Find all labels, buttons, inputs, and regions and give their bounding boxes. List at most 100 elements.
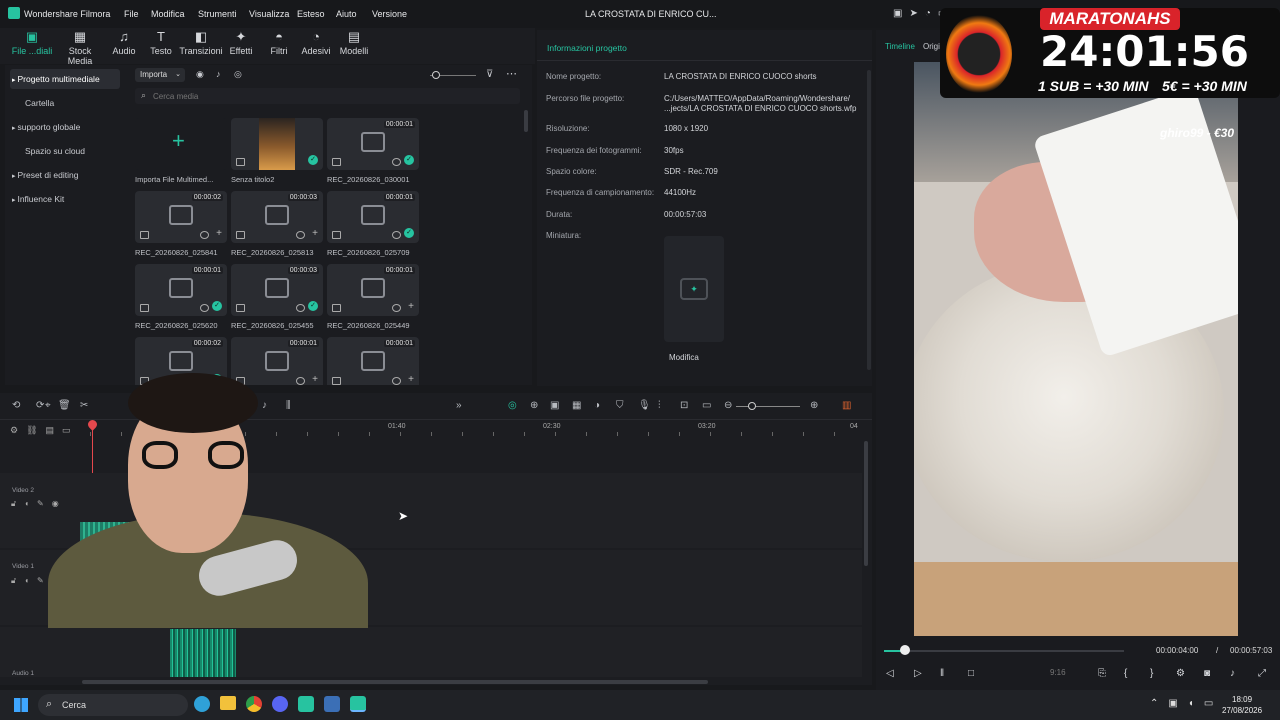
snapshot-icon[interactable]: ◙ — [1204, 668, 1210, 679]
media-item[interactable]: 00:00:02 + — [135, 191, 227, 243]
thumbnail-preview[interactable]: ✦ — [664, 236, 724, 342]
duration-badge: 00:00:01 — [383, 267, 415, 274]
bell-icon[interactable]: ◔ — [925, 8, 931, 19]
edge-icon[interactable] — [194, 696, 210, 712]
play-icon[interactable]: ▷ — [914, 668, 922, 679]
info-scrollbar[interactable] — [867, 70, 871, 370]
add-to-timeline-icon[interactable]: + — [408, 301, 414, 312]
media-scrollbar[interactable] — [524, 110, 528, 132]
info-label: Frequenza di campionamento: — [546, 188, 655, 197]
toolbar-modelli[interactable]: ▤ Modelli — [331, 30, 377, 57]
media-item[interactable]: ✓ — [231, 118, 323, 170]
sidebar-item-preset-di-editing[interactable]: ▸ Preset di editing — [10, 165, 120, 185]
sidebar-item-cartella[interactable]: Cartella — [10, 93, 120, 113]
mixer-icon[interactable]: ⫶ — [658, 400, 661, 411]
sidebar-item-influence-kit[interactable]: ▸ Influence Kit — [10, 189, 120, 209]
sidebar-item-spazio-su-cloud[interactable]: Spazio su cloud — [10, 141, 120, 161]
marker-icon[interactable]: ⊕ — [530, 400, 538, 411]
zoom-in-icon[interactable]: ⊕ — [810, 400, 818, 411]
previous-frame-icon[interactable]: ◁ — [886, 668, 894, 679]
lock-icon[interactable]: 🔓︎ — [11, 499, 16, 509]
speaker-icon[interactable]: ◖ — [24, 576, 29, 586]
video-type-icon — [332, 304, 341, 312]
media-item[interactable]: 00:00:01 ✓ — [327, 191, 419, 243]
timeline-hscrollbar[interactable] — [82, 680, 708, 684]
more-icon[interactable]: » — [456, 400, 462, 411]
menu-visualizza[interactable]: Visualizza — [249, 9, 289, 19]
mark-in-icon[interactable]: { — [1124, 668, 1127, 679]
undo-icon[interactable]: ⟲ — [12, 400, 20, 411]
filmora-active-taskbar-icon[interactable] — [350, 696, 366, 712]
fullscreen-icon[interactable]: ⤢ — [1258, 668, 1266, 679]
gift-icon[interactable]: ▣ — [893, 8, 902, 19]
media-item[interactable]: 00:00:03 + — [231, 191, 323, 243]
toolbar-file-diali[interactable]: ▣ File ...diali — [9, 30, 55, 57]
seek-bar[interactable] — [884, 650, 1124, 652]
media-item[interactable]: 00:00:03 ✓ — [231, 264, 323, 316]
media-item[interactable]: 00:00:01 + — [327, 264, 419, 316]
shield-icon[interactable]: ⛉ — [616, 400, 624, 411]
media-item[interactable]: 00:00:01 ✓ — [135, 264, 227, 316]
stop-icon[interactable]: □ — [968, 668, 974, 679]
menu-aiuto[interactable]: Aiuto — [336, 9, 357, 19]
layout-icon[interactable]: ▭ — [702, 400, 711, 411]
menu-strumenti[interactable]: Strumenti — [198, 9, 237, 19]
timeline-vscrollbar[interactable] — [864, 441, 868, 566]
timeline-zoom-slider[interactable] — [736, 406, 800, 407]
network-icon[interactable]: ▣ — [1168, 698, 1177, 709]
clock-time[interactable]: 18:09 — [1232, 695, 1252, 704]
sidebar-item-supporto-globale[interactable]: ▸ supporto globale — [10, 117, 120, 137]
audio-clip[interactable] — [170, 629, 236, 677]
menu-esteso[interactable]: Esteso — [297, 9, 325, 19]
media-item-name: REC_20260826_025813 — [231, 248, 314, 257]
link-icon[interactable]: ⛓ — [26, 425, 37, 436]
add-to-timeline-icon[interactable]: + — [216, 228, 222, 239]
clock-date[interactable]: 27/08/2026 — [1222, 706, 1262, 715]
snapshot-icon[interactable]: ▦ — [572, 400, 581, 411]
chrome-icon[interactable] — [246, 696, 262, 712]
chevron-up-icon[interactable]: ⌃ — [1150, 698, 1158, 709]
add-to-timeline-icon[interactable]: + — [408, 374, 414, 385]
proxy-icon — [392, 158, 401, 166]
mix-icon[interactable]: ◑ — [594, 400, 600, 411]
volume-icon[interactable]: ♪ — [1230, 668, 1235, 679]
tab-timeline[interactable]: Timeline — [885, 42, 915, 51]
info-value: 44100Hz — [664, 188, 697, 197]
fit-icon[interactable]: ⊡ — [680, 400, 688, 411]
aspect-ratio[interactable]: 9:16 — [1050, 668, 1066, 677]
sidebar-item-progetto-multimediale[interactable]: ▸ Progetto multimediale — [10, 69, 120, 89]
explorer-icon[interactable] — [220, 696, 236, 710]
text-icon: T — [157, 29, 165, 44]
send-icon[interactable]: ➤ — [909, 8, 917, 19]
media-item[interactable]: + — [135, 118, 227, 170]
filmora-taskbar-icon[interactable] — [298, 696, 314, 712]
timeline-zoom-handle[interactable] — [748, 402, 756, 410]
add-to-timeline-icon[interactable]: + — [312, 228, 318, 239]
menu-versione[interactable]: Versione — [372, 9, 407, 19]
discord-icon[interactable] — [272, 696, 288, 712]
pause-icon[interactable]: ‖ — [940, 668, 944, 679]
mic-icon[interactable]: 🎙︎ — [638, 400, 651, 411]
volume-icon[interactable]: ◖ — [1188, 698, 1194, 709]
mark-out-icon[interactable]: } — [1150, 668, 1153, 679]
battery-icon[interactable]: ▭ — [1204, 698, 1213, 709]
lock-icon[interactable]: 🔓︎ — [11, 576, 16, 586]
settings-icon[interactable]: ⚙ — [1176, 668, 1185, 679]
menu-file[interactable]: File — [124, 9, 139, 19]
grid-icon[interactable]: ▥ — [842, 400, 851, 411]
marker-icon[interactable]: ⎘ — [1098, 668, 1106, 679]
menu-modifica[interactable]: Modifica — [151, 9, 185, 19]
zoom-out-icon[interactable]: ⊖ — [724, 400, 732, 411]
track-settings-icon[interactable]: ⚙ — [10, 425, 18, 436]
render-icon[interactable]: ▣ — [550, 400, 559, 411]
speaker-icon[interactable]: ◖ — [24, 499, 29, 509]
toolbar-stock-media[interactable]: ▦ Stock Media — [57, 30, 103, 67]
media-item[interactable]: 00:00:01 ✓ — [327, 118, 419, 170]
seek-handle[interactable] — [900, 645, 911, 655]
image-placeholder-icon — [361, 132, 385, 152]
edit-thumbnail-button[interactable]: Modifica — [669, 353, 699, 362]
ai-icon[interactable]: ◎ — [508, 400, 517, 411]
app-taskbar-icon[interactable] — [324, 696, 340, 712]
windows-start-icon[interactable] — [14, 698, 28, 712]
taskbar-search[interactable]: ⌕ Cerca — [38, 694, 188, 716]
